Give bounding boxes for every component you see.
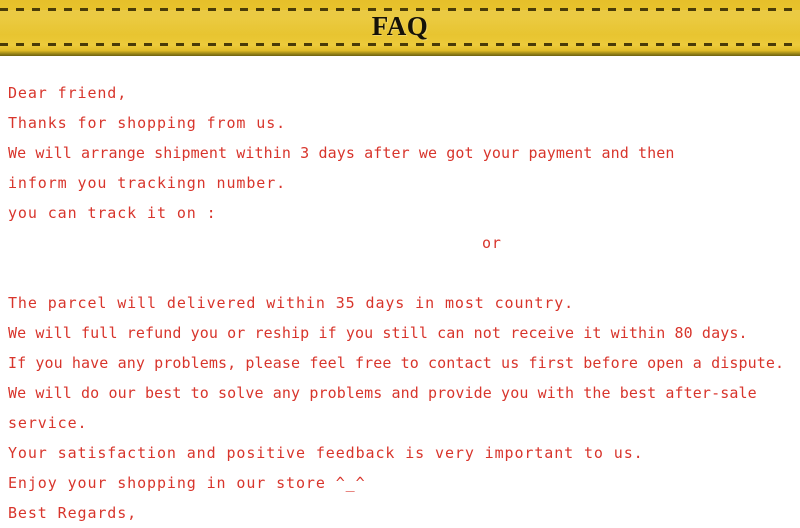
page-title: FAQ [371,11,429,41]
faq-line-tracking-url-1: http://www.17track.net/en/ or [0,228,800,258]
faq-body: Dear friend, Thanks for shopping from us… [0,56,800,528]
faq-line-track-intro: you can track it on : [8,204,217,222]
faq-line-after-sale-1: We will do our best to solve any problem… [8,384,757,402]
faq-or-separator: or [482,234,502,252]
faq-header-banner: FAQ [0,0,800,56]
faq-line-greeting: Dear friend, [8,84,128,102]
faq-line-contact-before-dispute: If you have any problems, please feel fr… [8,354,785,372]
faq-line-enjoy-shopping: Enjoy your shopping in our store ^_^ [8,474,366,492]
faq-line-after-sale-2: service. [8,414,88,432]
faq-line-thanks: Thanks for shopping from us. [8,114,287,132]
faq-line-feedback: Your satisfaction and positive feedback … [8,444,644,462]
faq-line-tracking-url-2: http://www.flytexpress.com/Tracking/NewT… [0,258,800,288]
faq-page: FAQ Dear friend, Thanks for shopping fro… [0,0,800,526]
faq-line-delivery-window: The parcel will delivered within 35 days… [8,294,575,312]
faq-line-signoff: Best Regards, [8,504,138,522]
faq-line-shipment-time: We will arrange shipment within 3 days a… [8,144,675,162]
faq-line-refund-policy: We will full refund you or reship if you… [8,324,748,342]
body-top-spacer [0,56,800,78]
faq-line-inform-tracking: inform you trackingn number. [8,174,287,192]
